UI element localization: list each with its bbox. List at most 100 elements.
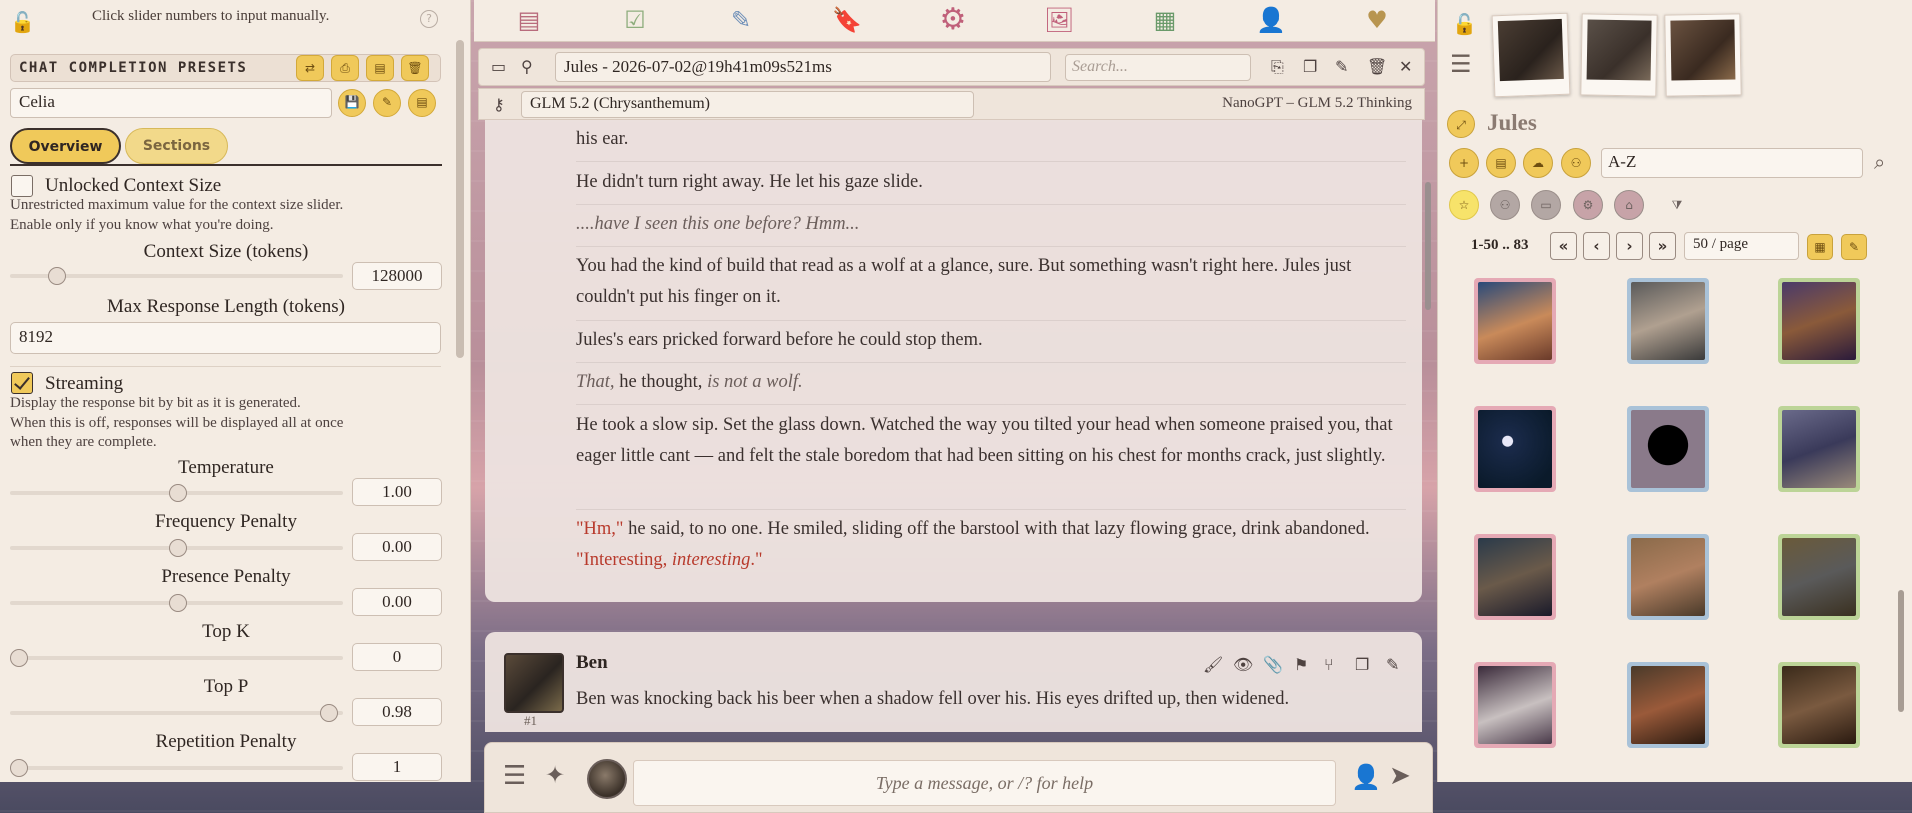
copy-icon[interactable]: ❐ bbox=[1355, 655, 1369, 674]
groups-filter-icon[interactable]: ⚇ bbox=[1490, 190, 1520, 220]
prev-page-button[interactable]: ‹ bbox=[1583, 232, 1610, 260]
top-p-slider-thumb[interactable] bbox=[320, 704, 338, 722]
branch-icon[interactable]: ⑂ bbox=[1324, 655, 1334, 674]
delete-preset-icon[interactable]: 🗑 bbox=[401, 55, 429, 81]
character-card[interactable] bbox=[1627, 662, 1709, 748]
character-card[interactable] bbox=[1778, 406, 1860, 492]
lock-icon[interactable]: 🔓 bbox=[1452, 12, 1477, 36]
pin-icon[interactable]: ⚲ bbox=[521, 57, 533, 76]
tab-sections[interactable]: Sections bbox=[125, 128, 228, 164]
scrollbar[interactable] bbox=[1898, 590, 1904, 712]
flag-icon[interactable]: ⚑ bbox=[1294, 655, 1308, 674]
folder-filter-icon[interactable]: ▭ bbox=[1531, 190, 1561, 220]
avatar[interactable] bbox=[504, 653, 564, 713]
background-icon[interactable]: 🖼 bbox=[1044, 4, 1074, 36]
presence-penalty-input[interactable]: 0.00 bbox=[352, 588, 442, 616]
bulk-edit-icon[interactable]: ✎ bbox=[1841, 234, 1867, 260]
import-preset-icon[interactable]: ⇄ bbox=[296, 55, 324, 81]
expand-icon[interactable]: ⤢ bbox=[1447, 110, 1475, 138]
max-response-input[interactable]: 8192 bbox=[10, 322, 441, 354]
sort-select[interactable]: A-Z bbox=[1601, 148, 1863, 178]
repetition-penalty-input[interactable]: 1 bbox=[352, 753, 442, 781]
context-size-slider-thumb[interactable] bbox=[48, 267, 66, 285]
temperature-input[interactable]: 1.00 bbox=[352, 478, 442, 506]
recent-chat-thumbnail[interactable] bbox=[1491, 12, 1571, 98]
search-icon[interactable]: ⌕ bbox=[1874, 150, 1885, 174]
message-input[interactable]: Type a message, or /? for help bbox=[633, 760, 1336, 806]
character-card[interactable] bbox=[1627, 406, 1709, 492]
world-info-icon[interactable]: 🔖 bbox=[832, 4, 862, 36]
rename-preset-icon[interactable]: ✎ bbox=[373, 89, 401, 117]
top-p-slider[interactable] bbox=[10, 711, 343, 715]
eye-icon[interactable]: 👁 bbox=[1233, 655, 1253, 674]
first-page-button[interactable]: « bbox=[1550, 232, 1577, 260]
per-page-select[interactable]: 50 / page bbox=[1684, 232, 1799, 260]
extensions-icon[interactable]: ▦ bbox=[1150, 4, 1180, 36]
presence-penalty-slider-thumb[interactable] bbox=[169, 594, 187, 612]
help-icon[interactable]: ? bbox=[420, 10, 438, 28]
delete-icon[interactable]: 🗑 bbox=[1367, 57, 1387, 76]
chats-icon[interactable]: ❐ bbox=[1303, 57, 1317, 76]
save-preset-icon[interactable]: 💾 bbox=[338, 89, 366, 117]
avatar[interactable] bbox=[587, 759, 627, 799]
unlocked-context-checkbox[interactable] bbox=[11, 175, 33, 197]
tab-overview[interactable]: Overview bbox=[10, 128, 121, 164]
chat-title[interactable]: Jules - 2026-07-02@19h41m09s521ms bbox=[555, 52, 1051, 82]
close-icon[interactable]: ✕ bbox=[1399, 57, 1412, 76]
recent-chat-thumbnail[interactable] bbox=[1580, 13, 1658, 97]
persona-icon[interactable]: 👤 bbox=[1351, 763, 1381, 791]
grid-view-icon[interactable]: ▦ bbox=[1807, 234, 1833, 260]
send-icon[interactable]: ➤ bbox=[1389, 761, 1411, 791]
chat-scrollbar[interactable] bbox=[1425, 182, 1431, 310]
last-page-button[interactable]: » bbox=[1649, 232, 1676, 260]
lock-icon[interactable]: 🔓 bbox=[10, 10, 35, 34]
edit-message-icon[interactable]: ✎ bbox=[1386, 655, 1399, 674]
character-card[interactable] bbox=[1778, 662, 1860, 748]
edit-icon[interactable]: ✎ bbox=[1335, 57, 1348, 76]
settings-gear-icon[interactable]: ⚙ bbox=[938, 4, 968, 36]
frequency-penalty-input[interactable]: 0.00 bbox=[352, 533, 442, 561]
network-icon[interactable]: ⚷ bbox=[493, 95, 505, 114]
character-card[interactable] bbox=[1474, 534, 1556, 620]
character-card[interactable] bbox=[1627, 534, 1709, 620]
temperature-slider-thumb[interactable] bbox=[169, 484, 187, 502]
streaming-checkbox[interactable] bbox=[11, 372, 33, 394]
character-card[interactable] bbox=[1474, 406, 1556, 492]
menu-icon[interactable]: ☰ bbox=[503, 761, 526, 791]
top-k-slider[interactable] bbox=[10, 656, 343, 660]
import-url-icon[interactable]: ☁ bbox=[1523, 148, 1553, 178]
magic-wand-icon[interactable]: ✦ bbox=[545, 761, 565, 789]
character-card[interactable] bbox=[1474, 662, 1556, 748]
context-size-input[interactable]: 128000 bbox=[352, 262, 442, 290]
model-select[interactable]: GLM 5.2 (Chrysanthemum) bbox=[521, 91, 974, 118]
top-p-input[interactable]: 0.98 bbox=[352, 698, 442, 726]
list-icon[interactable]: ☰ bbox=[1450, 50, 1472, 78]
character-card[interactable] bbox=[1778, 278, 1860, 364]
import-file-icon[interactable]: ▤ bbox=[1486, 148, 1516, 178]
new-preset-icon[interactable]: ▤ bbox=[408, 89, 436, 117]
next-page-button[interactable]: › bbox=[1616, 232, 1643, 260]
characters-icon[interactable]: ♥ bbox=[1362, 4, 1392, 36]
chat-search-input[interactable]: Search... bbox=[1065, 54, 1251, 81]
preset-select[interactable]: Celia bbox=[10, 88, 332, 118]
brush-icon[interactable]: 🖌 bbox=[1203, 655, 1223, 674]
top-k-slider-thumb[interactable] bbox=[10, 649, 28, 667]
character-card[interactable] bbox=[1474, 278, 1556, 364]
label-filter-icon[interactable]: ⌂ bbox=[1614, 190, 1644, 220]
formatting-icon[interactable]: ✎ bbox=[726, 4, 756, 36]
repetition-penalty-slider-thumb[interactable] bbox=[10, 759, 28, 777]
character-card[interactable] bbox=[1778, 534, 1860, 620]
bookmark-icon[interactable]: ⎘ bbox=[1271, 57, 1284, 77]
favorite-filter-icon[interactable]: ☆ bbox=[1449, 190, 1479, 220]
create-group-icon[interactable]: ⚇ bbox=[1561, 148, 1591, 178]
frequency-penalty-slider-thumb[interactable] bbox=[169, 539, 187, 557]
recent-chat-thumbnail[interactable] bbox=[1664, 13, 1742, 97]
repetition-penalty-slider[interactable] bbox=[10, 766, 343, 770]
archive-icon[interactable]: ▭ bbox=[491, 57, 506, 76]
paperclip-icon[interactable]: 📎 bbox=[1263, 655, 1283, 674]
tag-filter-icon[interactable]: ⚙ bbox=[1573, 190, 1603, 220]
top-k-input[interactable]: 0 bbox=[352, 643, 442, 671]
ai-settings-icon[interactable]: ▤ bbox=[514, 4, 544, 36]
clear-filter-icon[interactable]: ⧩ bbox=[1662, 190, 1692, 220]
export-preset-icon[interactable]: ⎙ bbox=[331, 55, 359, 81]
